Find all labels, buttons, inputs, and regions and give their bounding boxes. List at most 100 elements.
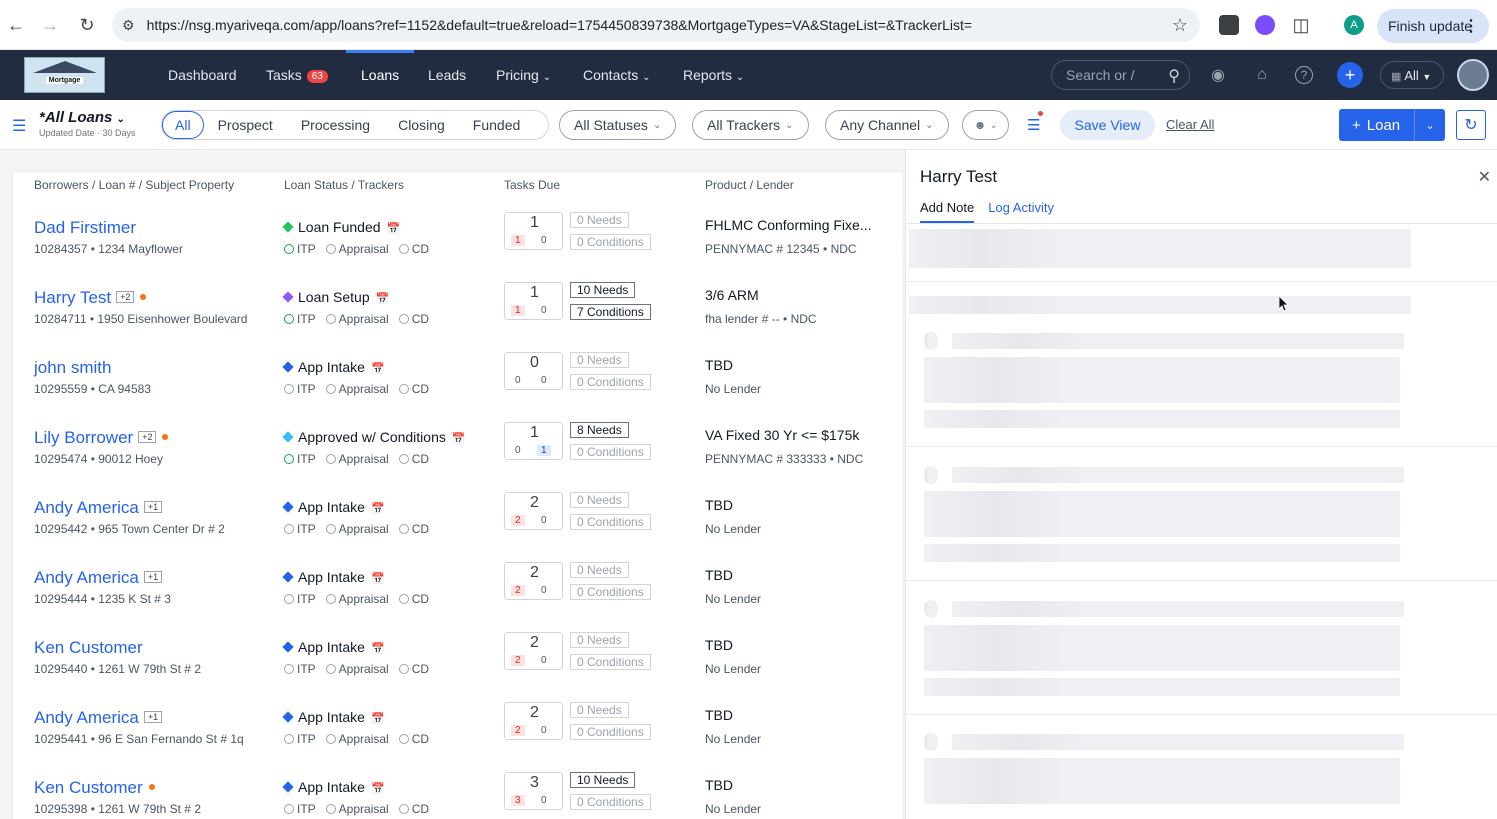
tracker-appraisal[interactable]: Appraisal: [325, 522, 389, 536]
column-header-tasks[interactable]: Tasks Due: [504, 178, 560, 192]
extension-icon[interactable]: [1219, 15, 1239, 35]
tracker-cd[interactable]: CD: [398, 592, 429, 606]
tasks-due-box[interactable]: 2 2 0: [504, 562, 563, 600]
column-header-borrowers[interactable]: Borrowers / Loan # / Subject Property: [34, 178, 234, 192]
calendar-icon[interactable]: 📅: [387, 223, 401, 235]
address-bar[interactable]: ⚙ https://nsg.myariveqa.com/app/loans?re…: [112, 8, 1200, 42]
conditions-badge[interactable]: 0 Conditions: [570, 584, 651, 600]
tracker-itp[interactable]: ITP: [284, 312, 316, 326]
table-row[interactable]: Andy America +1 10295444 • 1235 K St # 3 …: [13, 562, 902, 638]
table-row[interactable]: Harry Test +2 10284711 • 1950 Eisenhower …: [13, 282, 902, 358]
table-row[interactable]: Ken Customer 10295440 • 1261 W 79th St #…: [13, 632, 902, 708]
bank-icon[interactable]: ⌂: [1251, 64, 1273, 86]
needs-badge[interactable]: 0 Needs: [570, 492, 629, 508]
tab-add-note[interactable]: Add Note: [920, 200, 975, 223]
finish-update-button[interactable]: Finish update ⋮: [1377, 9, 1489, 43]
segment-closing[interactable]: Closing: [384, 111, 459, 139]
tracker-appraisal[interactable]: Appraisal: [325, 312, 389, 326]
company-logo[interactable]: Mortgage: [24, 57, 105, 93]
tracker-cd[interactable]: CD: [398, 522, 429, 536]
needs-badge[interactable]: 10 Needs: [570, 282, 636, 298]
nav-reports[interactable]: Reports ⌄: [683, 67, 744, 83]
calendar-icon[interactable]: 📅: [371, 783, 385, 795]
borrower-name-link[interactable]: Ken Customer: [34, 638, 143, 658]
conditions-badge[interactable]: 0 Conditions: [570, 444, 651, 460]
conditions-badge[interactable]: 0 Conditions: [570, 374, 651, 390]
org-selector[interactable]: ▦ All ▼: [1380, 61, 1444, 89]
clear-all-link[interactable]: Clear All: [1166, 117, 1214, 132]
tracker-cd[interactable]: CD: [398, 662, 429, 676]
nav-dashboard[interactable]: Dashboard: [168, 67, 237, 83]
loan-status[interactable]: App Intake 📅: [282, 779, 385, 795]
nav-loans[interactable]: Loans: [361, 67, 399, 83]
tracker-appraisal[interactable]: Appraisal: [325, 732, 389, 746]
calendar-icon[interactable]: 📅: [371, 363, 385, 375]
segment-prospect[interactable]: Prospect: [204, 111, 287, 139]
new-loan-options-button[interactable]: ⌄: [1415, 119, 1445, 132]
tasks-due-box[interactable]: 0 0 0: [504, 352, 563, 390]
borrower-name-link[interactable]: Dad Firstimer: [34, 218, 136, 238]
needs-badge[interactable]: 10 Needs: [570, 772, 636, 788]
conditions-badge[interactable]: 0 Conditions: [570, 514, 651, 530]
add-new-button[interactable]: +: [1337, 62, 1363, 88]
column-header-status[interactable]: Loan Status / Trackers: [284, 178, 404, 192]
conditions-badge[interactable]: 0 Conditions: [570, 794, 651, 810]
close-icon[interactable]: ✕: [1478, 167, 1491, 187]
tracker-cd[interactable]: CD: [398, 732, 429, 746]
segment-all[interactable]: All: [162, 111, 204, 139]
loan-status[interactable]: App Intake 📅: [282, 709, 385, 725]
table-row[interactable]: Lily Borrower +2 10295474 • 90012 Hoey Ap…: [13, 422, 902, 498]
needs-badge[interactable]: 8 Needs: [570, 422, 629, 438]
new-loan-button[interactable]: + Loan: [1339, 109, 1415, 141]
tracker-cd[interactable]: CD: [398, 242, 429, 256]
tracker-itp[interactable]: ITP: [284, 802, 316, 816]
table-row[interactable]: Andy America +1 10295442 • 965 Town Cente…: [13, 492, 902, 568]
status-filter-dropdown[interactable]: All Statuses ⌄: [559, 110, 677, 140]
table-row[interactable]: Dad Firstimer 10284357 • 1234 Mayflower …: [13, 212, 902, 288]
tracker-appraisal[interactable]: Appraisal: [325, 242, 389, 256]
conditions-badge[interactable]: 7 Conditions: [570, 304, 651, 320]
table-row[interactable]: Ken Customer 10295398 • 1261 W 79th St #…: [13, 772, 902, 819]
tasks-due-box[interactable]: 2 2 0: [504, 702, 563, 740]
needs-badge[interactable]: 0 Needs: [570, 352, 629, 368]
tracker-itp[interactable]: ITP: [284, 522, 316, 536]
refresh-button[interactable]: ↻: [1456, 110, 1486, 140]
extension-puzzle-color-icon[interactable]: [1255, 15, 1275, 35]
tracker-itp[interactable]: ITP: [284, 452, 316, 466]
save-view-button[interactable]: Save View: [1060, 110, 1155, 140]
more-icon[interactable]: ⋮: [1463, 16, 1479, 36]
nav-contacts[interactable]: Contacts ⌄: [583, 67, 651, 83]
tracker-appraisal[interactable]: Appraisal: [325, 382, 389, 396]
table-row[interactable]: john smith 10295559 • CA 94583 App Intak…: [13, 352, 902, 428]
assignee-filter-dropdown[interactable]: ☻ ⌄: [962, 110, 1009, 140]
forward-icon[interactable]: →: [40, 15, 60, 35]
tracker-itp[interactable]: ITP: [284, 662, 316, 676]
loan-status[interactable]: Loan Funded 📅: [282, 219, 401, 235]
calendar-icon[interactable]: 📅: [371, 643, 385, 655]
conditions-badge[interactable]: 0 Conditions: [570, 654, 651, 670]
nav-leads[interactable]: Leads: [428, 67, 466, 83]
calendar-icon[interactable]: 📅: [371, 573, 385, 585]
borrower-name-link[interactable]: Lily Borrower +2: [34, 428, 169, 448]
nav-tasks[interactable]: Tasks 63: [266, 67, 328, 83]
column-header-product[interactable]: Product / Lender: [705, 178, 794, 192]
conditions-badge[interactable]: 0 Conditions: [570, 724, 651, 740]
tasks-due-box[interactable]: 2 2 0: [504, 492, 563, 530]
segment-funded[interactable]: Funded: [459, 111, 534, 139]
needs-badge[interactable]: 0 Needs: [570, 212, 629, 228]
advanced-filter-icon[interactable]: ☰: [1027, 111, 1044, 134]
loan-status[interactable]: App Intake 📅: [282, 569, 385, 585]
sidebar-toggle-icon[interactable]: ☰: [12, 116, 26, 136]
tracker-cd[interactable]: CD: [398, 802, 429, 816]
calendar-icon[interactable]: 📅: [371, 713, 385, 725]
table-row[interactable]: Andy America +1 10295441 • 96 E San Ferna…: [13, 702, 902, 778]
tracker-appraisal[interactable]: Appraisal: [325, 802, 389, 816]
tab-log-activity[interactable]: Log Activity: [988, 200, 1054, 223]
tracker-filter-dropdown[interactable]: All Trackers ⌄: [692, 110, 809, 140]
calendar-icon[interactable]: 📅: [376, 293, 390, 305]
segment-processing[interactable]: Processing: [287, 111, 384, 139]
tracker-itp[interactable]: ITP: [284, 732, 316, 746]
calendar-icon[interactable]: 📅: [452, 433, 466, 445]
back-icon[interactable]: ←: [6, 15, 26, 35]
search-icon[interactable]: ⚲: [1168, 66, 1180, 86]
